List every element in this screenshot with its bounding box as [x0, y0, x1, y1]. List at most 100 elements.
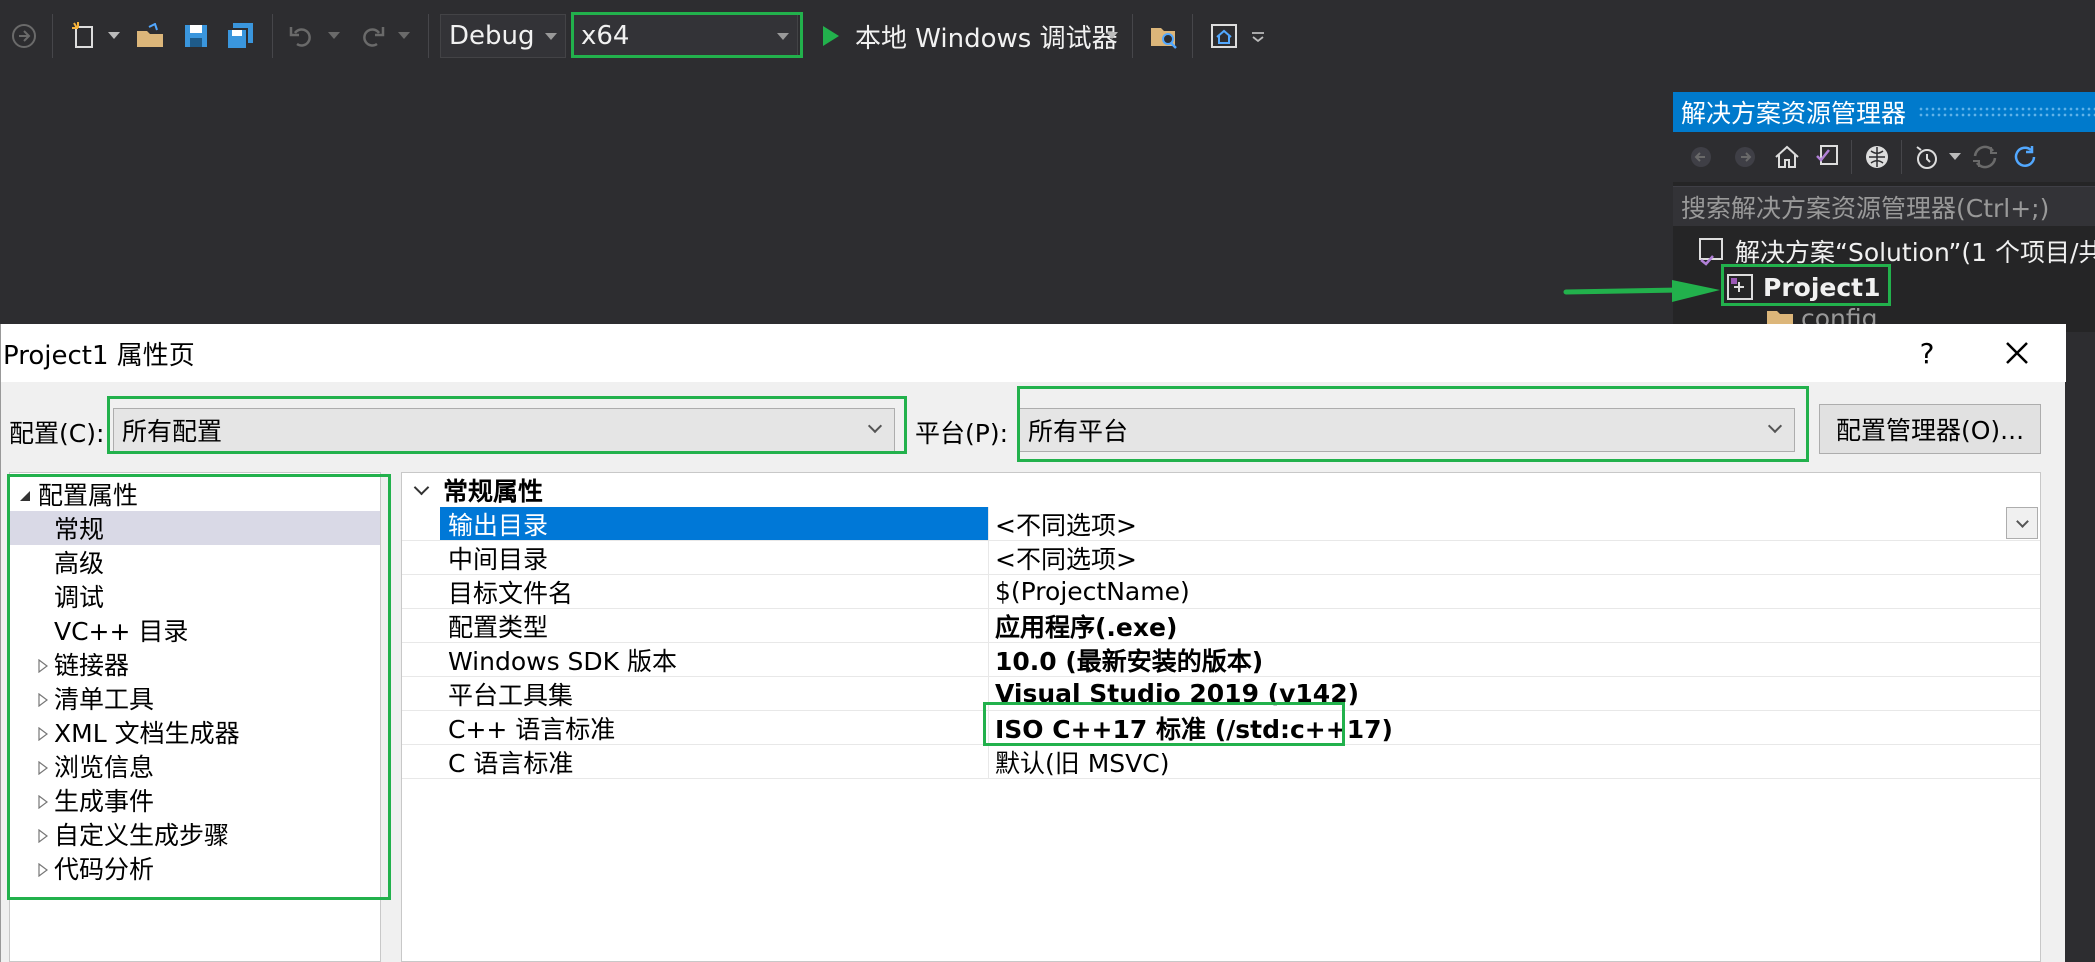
close-button[interactable] [1987, 324, 2047, 382]
value-dropdown-button[interactable] [2006, 507, 2038, 539]
toolbar-separator [428, 14, 429, 58]
undo-dropdown-icon[interactable] [324, 14, 344, 58]
folder-node[interactable]: config [1765, 304, 1878, 324]
property-name: 配置类型 [448, 612, 549, 642]
open-folder-icon[interactable] [130, 14, 170, 58]
history-dropdown-icon[interactable] [1945, 136, 1965, 178]
solution-icon [1697, 236, 1727, 266]
property-pages-dialog: Project1 属性页 ? 配置(C): 所有配置 平台(P): 所有平台 配… [0, 324, 2066, 962]
expanded-triangle-icon [18, 480, 32, 509]
refresh-icon[interactable] [2007, 136, 2043, 178]
tree-item-debugging[interactable]: 调试 [10, 579, 380, 613]
navigate-forward-icon[interactable] [4, 14, 44, 58]
tree-item-custom-build-step[interactable]: 自定义生成步骤 [10, 817, 380, 851]
redo-dropdown-icon[interactable] [394, 14, 414, 58]
tree-item-xml-doc-generator[interactable]: XML 文档生成器 [10, 715, 380, 749]
tree-item-label: 自定义生成步骤 [54, 821, 230, 850]
platform-select[interactable]: 所有平台 [1019, 408, 1795, 452]
new-project-icon[interactable] [64, 14, 104, 58]
solution-node[interactable]: 解决方案“Solution”(1 个项目/共 [1697, 234, 2095, 268]
solution-platform-combo[interactable]: x64 [572, 14, 798, 58]
toolbar-separator [52, 14, 53, 58]
tree-item-label: XML 文档生成器 [54, 719, 240, 748]
project-node[interactable]: Project1 [1725, 270, 1881, 304]
property-value[interactable]: <不同选项> [988, 507, 2038, 540]
property-value[interactable]: 默认(旧 MSVC) [988, 745, 2038, 778]
home-icon[interactable] [1769, 136, 1805, 178]
solution-label: 解决方案“Solution”(1 个项目/共 [1735, 238, 2095, 267]
solution-explorer-panel: 解决方案资源管理器 搜索解决方案资源管理器(Ctrl+;) 解决方案“Solut… [1673, 92, 2095, 332]
save-all-icon[interactable] [220, 14, 260, 58]
debug-target-dropdown-icon[interactable] [1100, 14, 1124, 58]
tree-item-label: 浏览信息 [54, 753, 155, 782]
toolbar-separator [272, 14, 273, 58]
pending-changes-icon[interactable] [1859, 136, 1895, 178]
tree-root-configuration-properties[interactable]: 配置属性 [10, 477, 380, 511]
tree-item-code-analysis[interactable]: 代码分析 [10, 851, 380, 885]
property-value[interactable]: ISO C++17 标准 (/std:c++17) [988, 711, 2038, 744]
property-grid: 常规属性 输出目录 <不同选项> 中间目录 <不同选项> 目标文件名 $(Pro… [401, 472, 2041, 962]
grid-row-intermediate-directory[interactable]: 中间目录 <不同选项> [402, 541, 2040, 575]
configuration-select[interactable]: 所有配置 [113, 408, 895, 452]
grid-row-target-name[interactable]: 目标文件名 $(ProjectName) [402, 575, 2040, 609]
property-value[interactable]: $(ProjectName) [988, 575, 2038, 608]
configuration-manager-button[interactable]: 配置管理器(O)... [1819, 404, 2041, 454]
tree-item-advanced[interactable]: 高级 [10, 545, 380, 579]
tree-item-build-events[interactable]: 生成事件 [10, 783, 380, 817]
property-name: Windows SDK 版本 [448, 646, 678, 676]
dialog-title: Project1 属性页 [3, 340, 195, 371]
property-name: C 语言标准 [448, 748, 574, 778]
start-debugging-icon[interactable] [816, 14, 846, 58]
sync-icon[interactable] [1967, 136, 2003, 178]
property-value[interactable]: Visual Studio 2019 (v142) [988, 677, 2038, 710]
chevron-down-icon [777, 33, 789, 40]
property-name: C++ 语言标准 [448, 714, 616, 744]
grid-row-windows-sdk-version[interactable]: Windows SDK 版本 10.0 (最新安装的版本) [402, 643, 2040, 677]
property-value[interactable]: <不同选项> [988, 541, 2038, 574]
property-value[interactable]: 应用程序(.exe) [988, 609, 2038, 642]
toolbar-separator [1901, 140, 1902, 174]
solution-explorer-title-bar: 解决方案资源管理器 [1673, 92, 2095, 132]
toolbar-separator [1851, 140, 1852, 174]
tree-item-label: VC++ 目录 [54, 617, 189, 646]
solution-configuration-value: Debug [449, 21, 535, 51]
grid-row-platform-toolset[interactable]: 平台工具集 Visual Studio 2019 (v142) [402, 677, 2040, 711]
find-in-files-icon[interactable] [1144, 14, 1184, 58]
new-project-dropdown-icon[interactable] [104, 14, 124, 58]
tree-item-general[interactable]: 常规 [10, 511, 380, 545]
toolbar-overflow-icon[interactable] [1246, 14, 1270, 58]
solution-explorer-toolbar [1673, 132, 2095, 182]
redo-icon[interactable] [352, 14, 392, 58]
solution-explorer-search-input[interactable]: 搜索解决方案资源管理器(Ctrl+;) [1673, 186, 2095, 226]
tree-item-vc-directories[interactable]: VC++ 目录 [10, 613, 380, 647]
help-button[interactable]: ? [1897, 324, 1957, 382]
chevron-down-icon [545, 33, 557, 40]
start-debugging-button[interactable]: 本地 Windows 调试器 [855, 14, 1118, 58]
grid-row-cpp-language-standard[interactable]: C++ 语言标准 ISO C++17 标准 (/std:c++17) [402, 711, 2040, 745]
tree-item-browse-info[interactable]: 浏览信息 [10, 749, 380, 783]
property-value[interactable]: 10.0 (最新安装的版本) [988, 643, 2038, 676]
back-icon[interactable] [1683, 136, 1719, 178]
forward-icon[interactable] [1727, 136, 1763, 178]
solution-configuration-combo[interactable]: Debug [440, 14, 566, 58]
grid-row-output-directory[interactable]: 输出目录 <不同选项> [402, 507, 2040, 541]
chevron-down-icon [413, 479, 430, 495]
tree-item-label: 常规 [54, 515, 105, 544]
property-name: 输出目录 [440, 507, 988, 540]
save-icon[interactable] [176, 14, 216, 58]
live-share-home-icon[interactable] [1204, 14, 1244, 58]
history-icon[interactable] [1909, 136, 1945, 178]
switch-views-icon[interactable] [1809, 136, 1845, 178]
platform-label: 平台(P): [915, 419, 1009, 448]
property-name: 中间目录 [448, 544, 549, 574]
toolbar-separator [1132, 14, 1133, 58]
grid-row-configuration-type[interactable]: 配置类型 应用程序(.exe) [402, 609, 2040, 643]
grid-section-general[interactable]: 常规属性 [402, 473, 2040, 507]
grid-row-c-language-standard[interactable]: C 语言标准 默认(旧 MSVC) [402, 745, 2040, 779]
tree-item-linker[interactable]: 链接器 [10, 647, 380, 681]
property-tree: 配置属性 常规 高级 调试 VC++ 目录 链接器 清单工具 XML 文档生成器… [9, 472, 381, 962]
title-grip[interactable] [1918, 106, 2095, 118]
undo-icon[interactable] [282, 14, 322, 58]
tree-item-manifest-tool[interactable]: 清单工具 [10, 681, 380, 715]
collapsed-triangle-icon [38, 786, 48, 815]
